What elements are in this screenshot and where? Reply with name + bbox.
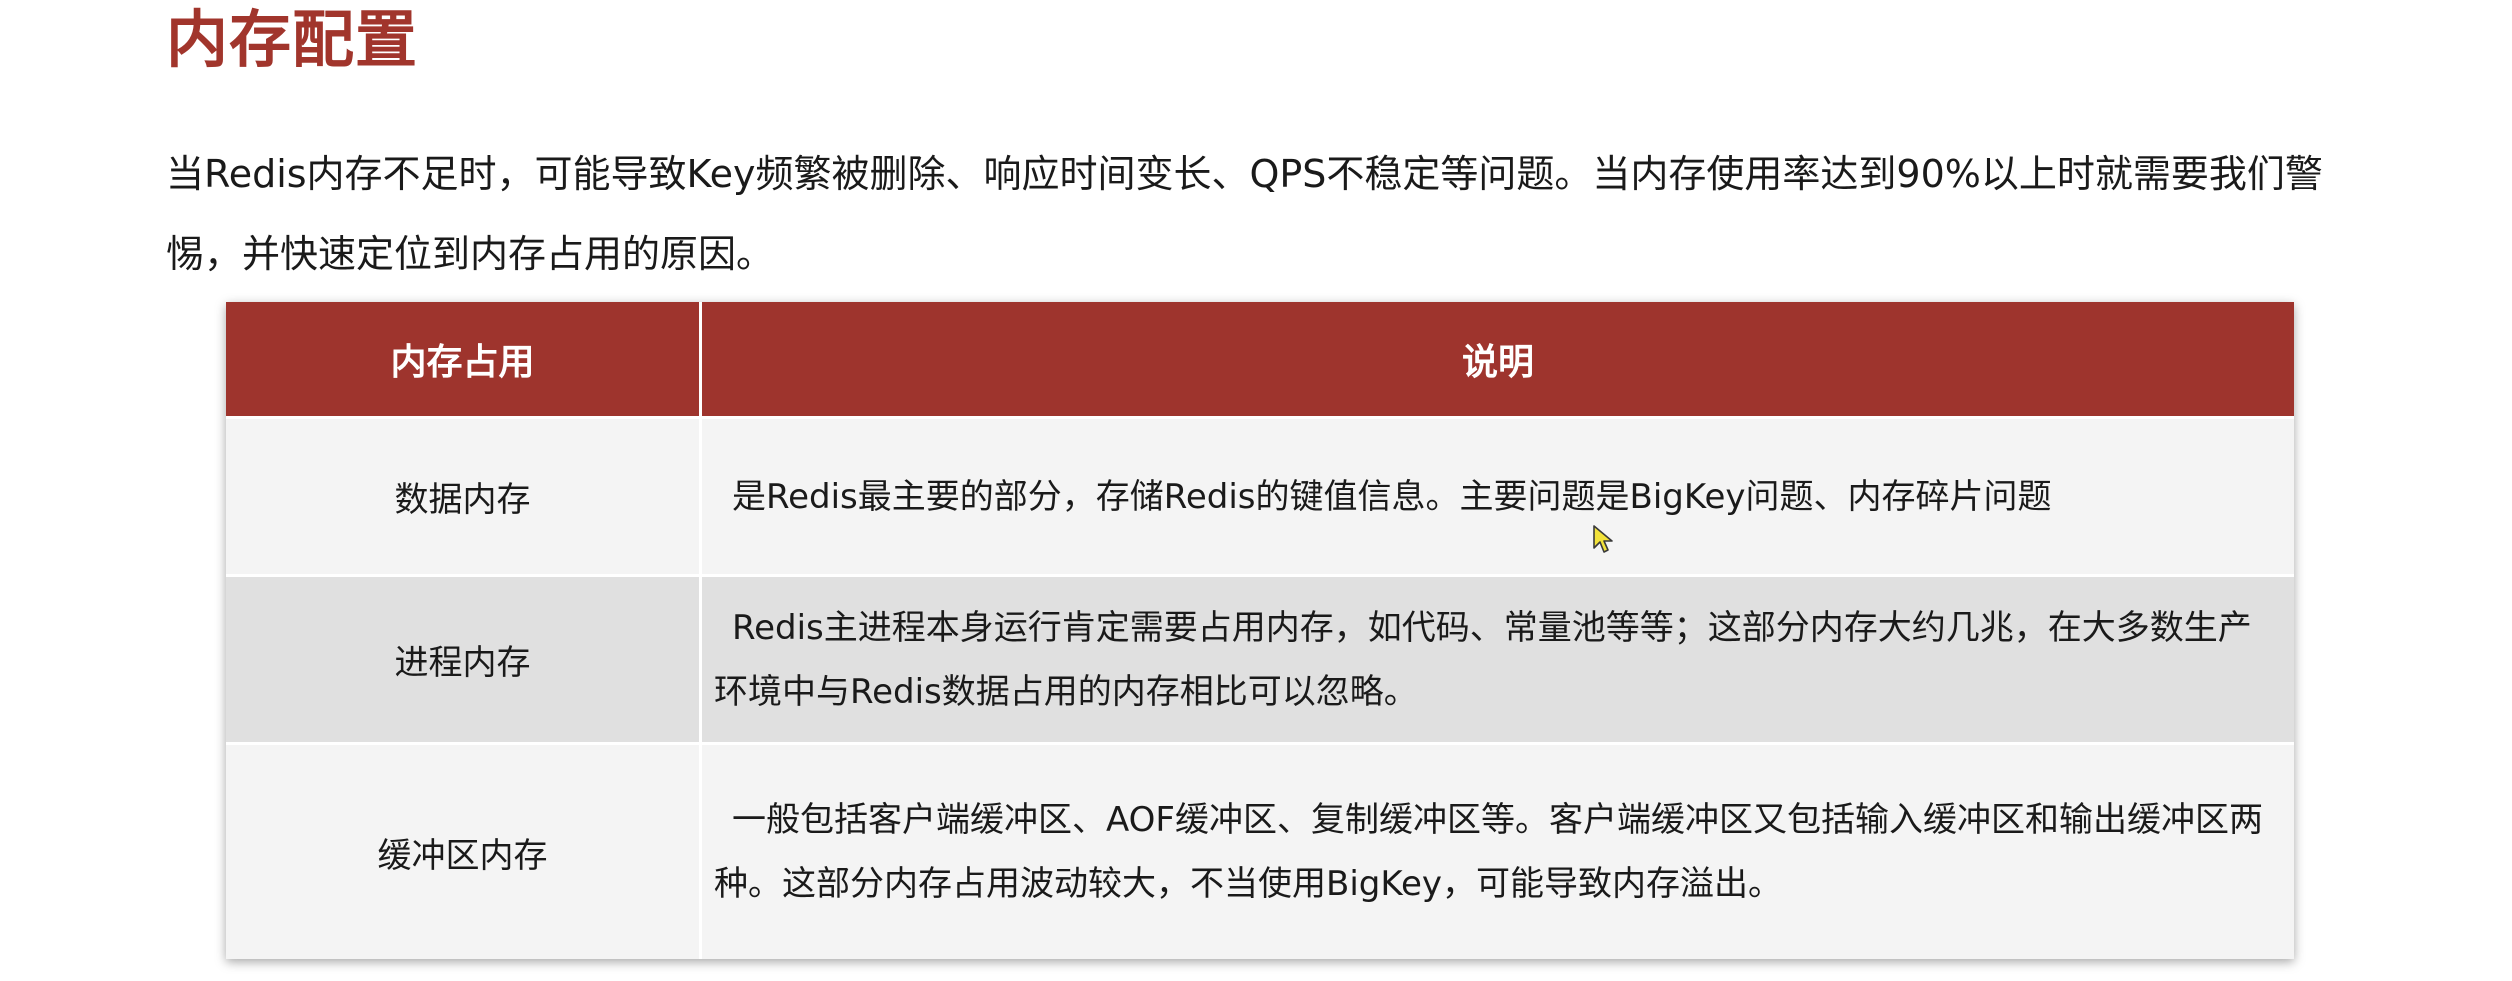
row-desc-buffer-memory: 一般包括客户端缓冲区、AOF缓冲区、复制缓冲区等。客户端缓冲区又包括输入缓冲区和…: [700, 742, 2294, 959]
intro-paragraph: 当Redis内存不足时，可能导致Key频繁被删除、响应时间变长、QPS不稳定等问…: [166, 152, 2323, 276]
row-desc-text: 是Redis最主要的部分，存储Redis的键值信息。主要问题是BigKey问题、…: [732, 476, 2052, 517]
header-memory-usage: 内存占用: [226, 302, 702, 418]
page-title: 内存配置: [166, 3, 419, 76]
table-row: 数据内存 是Redis最主要的部分，存储Redis的键值信息。主要问题是BigK…: [226, 416, 2294, 576]
row-desc-text: Redis主进程本身运行肯定需要占用内存，如代码、常量池等等；这部分内存大约几兆…: [714, 607, 2252, 712]
memory-usage-table: 内存占用 说明 数据内存 是Redis最主要的部分，存储Redis的键值信息。主…: [226, 302, 2294, 959]
row-name-process-memory: 进程内存: [226, 574, 702, 744]
header-description: 说明: [700, 302, 2294, 418]
row-name-data-memory: 数据内存: [226, 416, 702, 576]
mouse-cursor-icon: [1593, 525, 1613, 553]
row-desc-process-memory: Redis主进程本身运行肯定需要占用内存，如代码、常量池等等；这部分内存大约几兆…: [700, 574, 2294, 744]
table-header-row: 内存占用 说明: [226, 302, 2294, 418]
row-desc-text: 一般包括客户端缓冲区、AOF缓冲区、复制缓冲区等。客户端缓冲区又包括输入缓冲区和…: [714, 800, 2263, 904]
row-desc-data-memory: 是Redis最主要的部分，存储Redis的键值信息。主要问题是BigKey问题、…: [700, 416, 2294, 576]
table-row: 进程内存 Redis主进程本身运行肯定需要占用内存，如代码、常量池等等；这部分内…: [226, 574, 2294, 744]
row-name-buffer-memory: 缓冲区内存: [226, 742, 702, 959]
table-row: 缓冲区内存 一般包括客户端缓冲区、AOF缓冲区、复制缓冲区等。客户端缓冲区又包括…: [226, 742, 2294, 959]
